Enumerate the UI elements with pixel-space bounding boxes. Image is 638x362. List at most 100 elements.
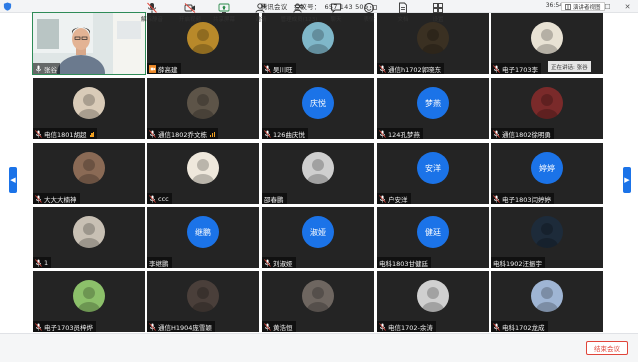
prev-page-arrow[interactable]: ◀ [9, 167, 17, 193]
camera-off-icon [149, 64, 156, 73]
participant-tile[interactable]: 健廷 电科1803甘健廷 [377, 207, 489, 268]
avatar [73, 87, 105, 119]
profile-picture [307, 287, 329, 312]
participant-tile[interactable]: 继鹏 李继鹏 [147, 207, 259, 268]
chat-icon [331, 3, 341, 14]
participant-name-bar: 黄浩恒 [262, 321, 296, 332]
invite-button[interactable]: 邀请 [243, 2, 279, 28]
manage-members-button[interactable]: 管理成员(123) [277, 2, 321, 28]
start-video-button[interactable]: 开启视频 [172, 2, 208, 28]
participant-name: 邵春鹏 [264, 195, 284, 204]
participant-name-bar: 通信1802徐明勇 [491, 128, 555, 139]
chat-button[interactable]: 聊天 [318, 2, 354, 28]
participant-tile[interactable]: 安洋户安洋 [377, 143, 489, 204]
grid-view-icon [565, 3, 571, 10]
profile-picture [78, 159, 100, 184]
mic-off-icon [493, 322, 500, 331]
settings-label: 设置 [432, 17, 444, 23]
avatar [531, 216, 563, 248]
participant-tile[interactable]: 梦燕 124孔梦燕 [377, 78, 489, 139]
documents-button[interactable]: 文档 [385, 2, 421, 28]
participant-tile[interactable]: 通信H1904庞雪颖 [147, 271, 259, 332]
profile-picture [536, 29, 558, 54]
avatar [73, 152, 105, 184]
participant-tile[interactable]: 电信1702-余涛 [377, 271, 489, 332]
mic-off-icon [379, 322, 386, 331]
profile-picture [78, 94, 100, 119]
participant-name: 126曲庆悦 [273, 130, 305, 139]
mic-off-icon [493, 194, 500, 203]
end-meeting-button[interactable]: 结束会议 [586, 341, 628, 355]
mic-off-icon [264, 258, 271, 267]
participant-tile[interactable]: 张谷 [32, 12, 146, 75]
mic-icon [36, 65, 41, 72]
participant-tile[interactable]: 通信1802乔文栋 [147, 78, 259, 139]
avatar [531, 22, 563, 54]
profile-picture [422, 287, 444, 312]
participant-name: 吴川旺 [273, 65, 293, 74]
participant-tile[interactable]: 电子1703员梓烨 [33, 271, 145, 332]
avatar: 安洋 [417, 152, 449, 184]
participant-name: 户安洋 [388, 195, 408, 204]
participant-tile[interactable]: 庆悦 126曲庆悦 [262, 78, 374, 139]
participant-tile[interactable]: 通信1802徐明勇 [491, 78, 603, 139]
participant-tile[interactable]: 1 [33, 207, 145, 268]
settings-icon [433, 3, 443, 13]
speaker-view-button[interactable]: 演讲者视图 [561, 2, 605, 11]
start-video-label: 开启视频 [178, 17, 201, 23]
participant-name-bar: 户安洋 [377, 193, 411, 204]
mic-off-icon [35, 129, 42, 138]
signal-strength-icon [89, 131, 95, 137]
participant-tile[interactable]: 淑娅 刘淑娅 [262, 207, 374, 268]
participant-name: 薛高建 [158, 65, 178, 74]
unmute-button[interactable]: 解除静音 [134, 2, 170, 28]
reactions-button[interactable]: 表情 [351, 2, 387, 28]
participant-name-bar: 李继鹏 [147, 257, 172, 268]
settings-button[interactable]: 设置 [420, 2, 456, 28]
next-page-arrow[interactable]: ▶ [623, 167, 631, 193]
avatar: 庆悦 [302, 87, 334, 119]
add-user-icon [255, 3, 267, 13]
camera-off-icon [184, 3, 196, 13]
participant-tile[interactable]: 电信1801胡超 [33, 78, 145, 139]
participant-name: 黄浩恒 [273, 323, 293, 332]
participant-name: 李继鹏 [149, 259, 169, 268]
avatar: 梦燕 [417, 87, 449, 119]
participant-name: 大大大楠神 [44, 195, 77, 204]
participant-name-bar: 电子1703李 [491, 63, 542, 74]
participant-name: 通信H1904庞雪颖 [158, 323, 212, 332]
participant-name: 通信1802乔文栋 [158, 130, 208, 139]
participant-name-bar: 通信h1702郭晓东 [377, 63, 445, 74]
avatar [417, 280, 449, 312]
profile-picture [536, 287, 558, 312]
bottom-toolbar [0, 333, 638, 362]
participant-tile[interactable]: 黄浩恒 [262, 271, 374, 332]
participant-tile[interactable]: 邵春鹏 [262, 143, 374, 204]
participant-name-bar: 电科1803甘健廷 [377, 257, 432, 268]
participant-name-bar: ccc [147, 193, 172, 204]
avatar [73, 216, 105, 248]
participant-name-bar: 电子1803闫婷婷 [491, 193, 555, 204]
participant-name-bar: 124孔梦燕 [377, 128, 423, 139]
mic-off-icon [493, 129, 500, 138]
profile-picture [78, 223, 100, 248]
avatar [73, 280, 105, 312]
participant-name: ccc [158, 194, 169, 203]
participant-tile[interactable]: 婷婷 电子1803闫婷婷 [491, 143, 603, 204]
participant-name-bar: 126曲庆悦 [262, 128, 308, 139]
manage-members-label: 管理成员(123) [280, 17, 318, 23]
participant-tile[interactable]: ccc [147, 143, 259, 204]
participant-name: 电科1803甘健廷 [379, 259, 429, 268]
close-button[interactable]: ✕ [622, 1, 633, 12]
participant-name: 通信1802徐明勇 [502, 130, 552, 139]
participant-tile[interactable]: 电科1702龙成 [491, 271, 603, 332]
mic-off-icon [264, 129, 271, 138]
participant-name: 电子1703李 [502, 65, 539, 74]
participant-tile[interactable]: 电科1902汪振宇 [491, 207, 603, 268]
documents-label: 文档 [397, 17, 409, 23]
profile-picture [536, 223, 558, 248]
mic-off-icon [149, 194, 156, 203]
participant-name: 1 [44, 258, 49, 267]
share-screen-button[interactable]: 共享屏幕 [206, 2, 242, 28]
participant-tile[interactable]: 大大大楠神 [33, 143, 145, 204]
